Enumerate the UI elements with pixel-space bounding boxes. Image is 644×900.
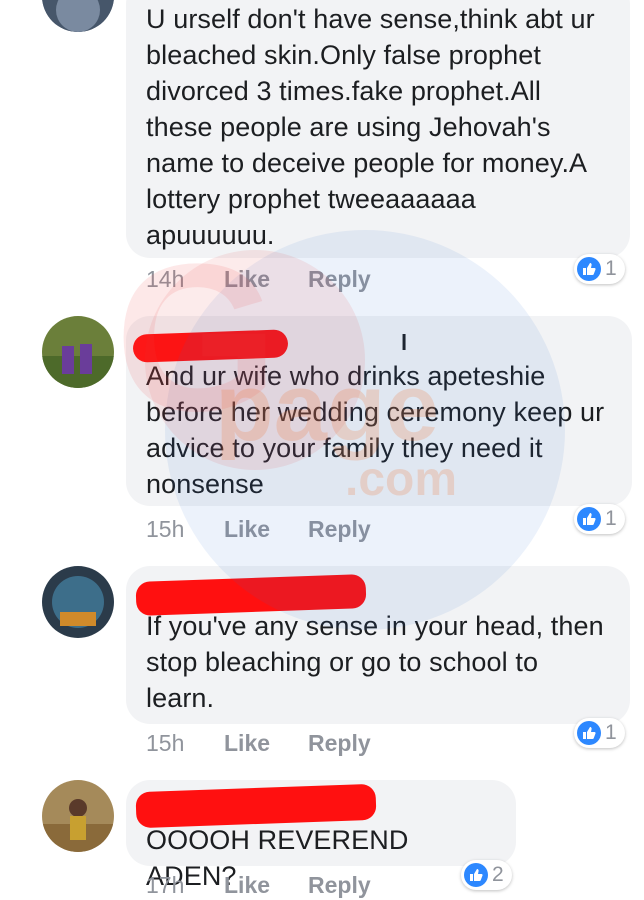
commenter-avatar[interactable]	[42, 316, 114, 388]
comment-time: 14h	[146, 266, 185, 292]
commenter-avatar[interactable]	[42, 0, 114, 32]
like-button[interactable]: Like	[224, 872, 308, 899]
reaction-badge[interactable]: 1	[574, 254, 625, 284]
like-button[interactable]: Like	[224, 730, 308, 757]
reply-button[interactable]: Reply	[308, 266, 371, 293]
reaction-badge[interactable]: 2	[461, 860, 512, 890]
comment-time: 15h	[146, 516, 185, 542]
thumbs-up-icon	[577, 721, 601, 745]
reaction-badge[interactable]: 1	[574, 504, 625, 534]
commenter-avatar[interactable]	[42, 566, 114, 638]
reply-button[interactable]: Reply	[308, 516, 371, 543]
commenter-avatar[interactable]	[42, 780, 114, 852]
reaction-count: 1	[605, 721, 617, 744]
redaction-mark	[132, 329, 289, 363]
thumbs-up-icon	[577, 507, 601, 531]
comment-time: 17h	[146, 872, 185, 898]
comment-text: U urself don't have sense,think abt ur b…	[146, 4, 595, 250]
commenter-name[interactable]: l	[401, 330, 407, 356]
like-button[interactable]: Like	[224, 266, 308, 293]
reaction-count: 1	[605, 507, 617, 530]
reaction-badge[interactable]: 1	[574, 718, 625, 748]
thumbs-up-icon	[577, 257, 601, 281]
comment-meta: 15h Like Reply	[146, 730, 371, 757]
comment-meta: 14h Like Reply	[146, 266, 371, 293]
like-button[interactable]: Like	[224, 516, 308, 543]
comment-meta: 15h Like Reply	[146, 516, 371, 543]
comment-meta: 17h Like Reply	[146, 872, 371, 899]
reaction-count: 2	[492, 863, 504, 886]
reply-button[interactable]: Reply	[308, 730, 371, 757]
comment-bubble: U urself don't have sense,think abt ur b…	[126, 0, 630, 258]
thumbs-up-icon	[464, 863, 488, 887]
reply-button[interactable]: Reply	[308, 872, 371, 899]
reaction-count: 1	[605, 257, 617, 280]
comment-time: 15h	[146, 730, 185, 756]
